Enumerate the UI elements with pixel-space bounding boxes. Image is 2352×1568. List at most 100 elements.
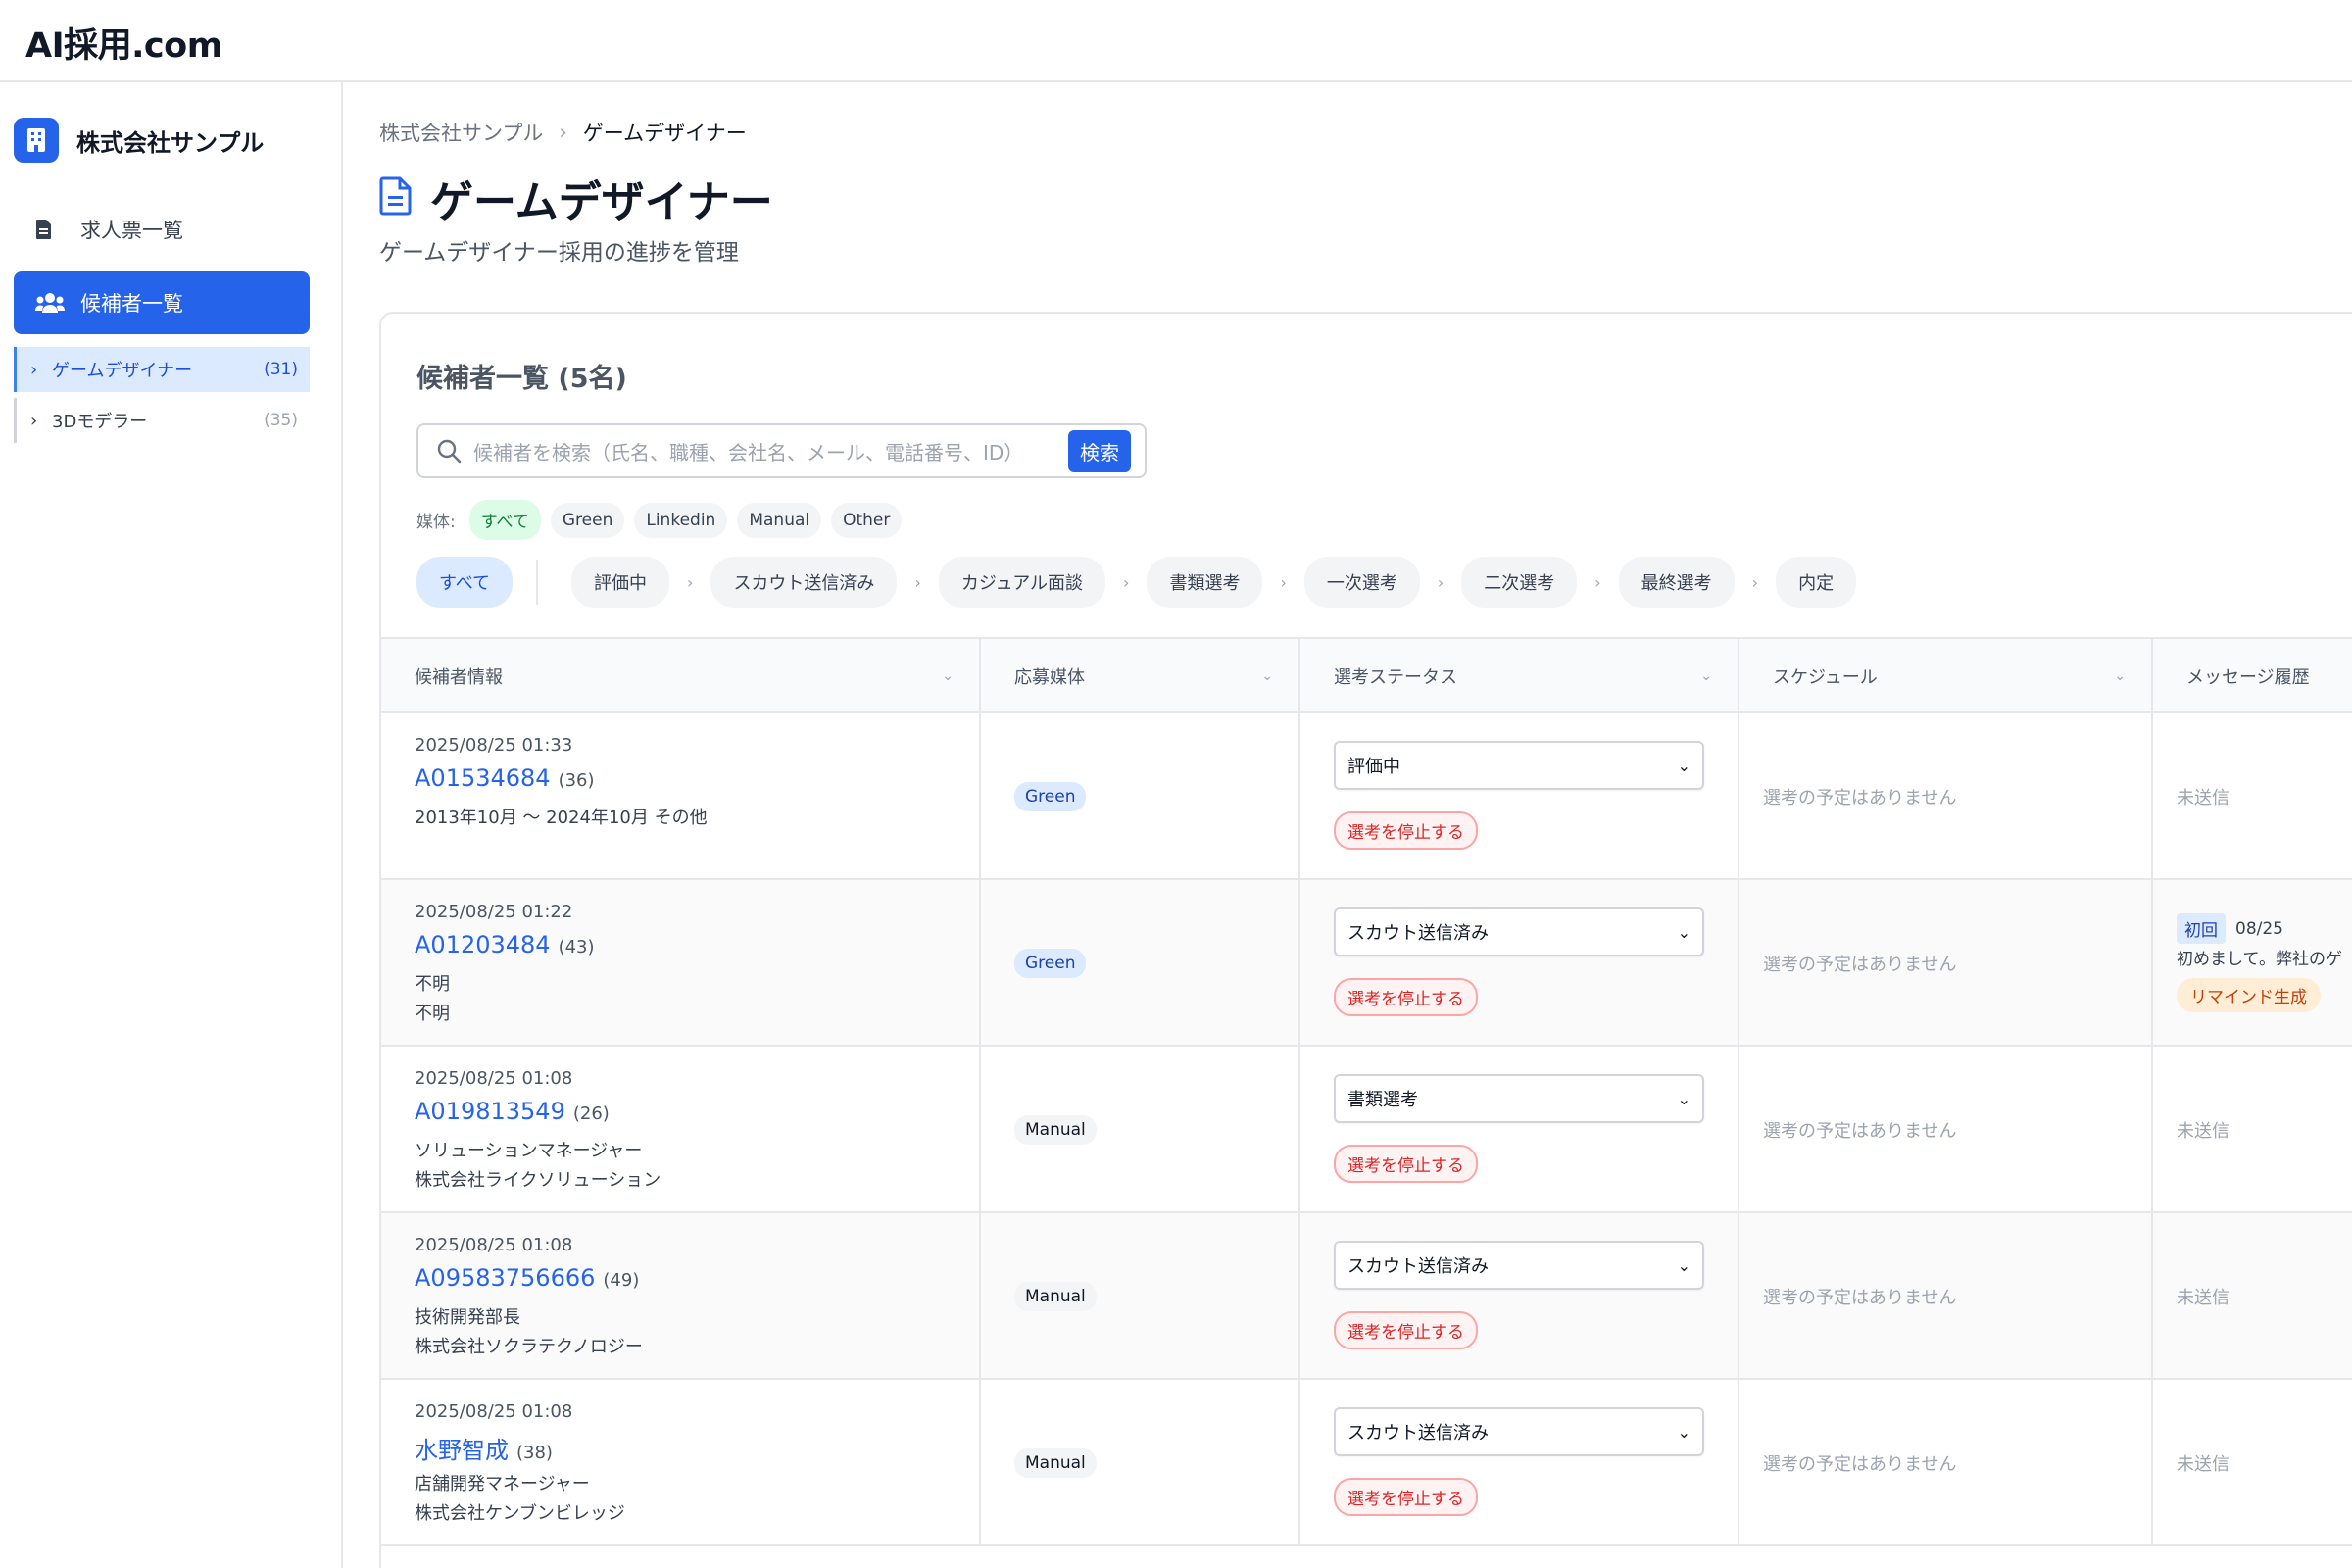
- sidebar-subitem-3d-modeler[interactable]: › 3Dモデラー (35): [14, 398, 310, 443]
- chevron-down-icon: ⌄: [942, 668, 954, 684]
- stop-selection-button[interactable]: 選考を停止する: [1334, 1311, 1478, 1349]
- sidebar-item-job-list[interactable]: 求人票一覧: [14, 198, 310, 261]
- candidate-list-card: 候補者一覧 (5名) 候補者を検索（氏名、職種、会社名、メール、電話番号、ID）…: [379, 312, 2352, 1568]
- media-chip-all[interactable]: すべて: [468, 500, 541, 540]
- status-pill[interactable]: 書類選考: [1147, 557, 1263, 608]
- candidate-id: A09583756666 (49): [415, 1264, 639, 1292]
- table-row: 2025/08/25 01:08 A019813549 (26) ソリューション…: [381, 1047, 2352, 1213]
- chevron-down-icon: ⌄: [1677, 1089, 1690, 1108]
- table-header: 候補者情報 ⌄ 応募媒体 ⌄ 選考ステータス ⌄ スケジュール ⌄ メッセージ履…: [381, 637, 2352, 713]
- building-icon: [14, 118, 59, 163]
- chevron-down-icon: ⌄: [1261, 668, 1273, 684]
- stop-selection-button[interactable]: 選考を停止する: [1334, 1145, 1478, 1183]
- column-label: メッセージ履歴: [2186, 667, 2310, 688]
- media-cell: Green: [981, 880, 1300, 1045]
- table-row: 2025/08/25 01:08 水野智成 (38) 店舗開発マネージャー 株式…: [381, 1380, 2352, 1546]
- column-header-status[interactable]: 選考ステータス ⌄: [1300, 639, 1740, 713]
- app-logo[interactable]: AI採用.com: [25, 18, 222, 68]
- chevron-down-icon: ⌄: [1700, 668, 1712, 684]
- company-header[interactable]: 株式会社サンプル: [14, 118, 264, 163]
- column-header-messages[interactable]: メッセージ履歴: [2153, 639, 2352, 713]
- status-pill-all[interactable]: すべて: [416, 557, 514, 608]
- stop-selection-button[interactable]: 選考を停止する: [1334, 1478, 1478, 1516]
- chevron-right-icon: ›: [687, 572, 694, 592]
- stop-selection-button[interactable]: 選考を停止する: [1334, 978, 1478, 1016]
- table-row: 2025/08/25 01:33 A01534684 (36) 2013年10月…: [381, 713, 2352, 880]
- column-label: スケジュール: [1773, 667, 1878, 688]
- sidebar-subitem-game-designer[interactable]: › ゲームデザイナー (31): [14, 347, 310, 392]
- media-badge: Manual: [1014, 1115, 1097, 1145]
- status-pill[interactable]: 二次選考: [1461, 557, 1578, 608]
- status-select[interactable]: スカウト送信済み ⌄: [1334, 1241, 1704, 1290]
- generate-reminder-button[interactable]: リマインド生成: [2177, 978, 2321, 1012]
- candidate-cell: 2025/08/25 01:08 水野智成 (38) 店舗開発マネージャー 株式…: [381, 1380, 981, 1544]
- subitem-label: ゲームデザイナー: [52, 361, 193, 381]
- candidate-link[interactable]: A01203484: [415, 931, 551, 958]
- status-cell: スカウト送信済み ⌄ 選考を停止する: [1300, 1380, 1740, 1544]
- sidebar: 株式会社サンプル 求人票一覧 候補者一覧 › ゲームデザイナー (31) › 3…: [0, 82, 343, 1568]
- candidate-detail: ソリューションマネージャー: [415, 1141, 643, 1161]
- status-select-value: 書類選考: [1348, 1090, 1418, 1110]
- schedule-cell: 選考の予定はありません: [1740, 1380, 2153, 1544]
- candidate-cell: 2025/08/25 01:33 A01534684 (36) 2013年10月…: [381, 713, 981, 878]
- candidate-link[interactable]: A01534684: [415, 764, 551, 792]
- status-pill[interactable]: 内定: [1776, 557, 1857, 608]
- candidate-age: (38): [516, 1443, 553, 1463]
- page-heading: ゲームデザイナー: [430, 177, 773, 227]
- breadcrumb-separator: ›: [559, 121, 567, 144]
- candidate-age: (43): [558, 937, 595, 957]
- status-pill[interactable]: カジュアル面談: [938, 557, 1106, 608]
- media-filter: 媒体: すべて Green Linkedin Manual Other: [416, 500, 911, 540]
- status-select[interactable]: 評価中 ⌄: [1334, 741, 1704, 790]
- breadcrumb-root[interactable]: 株式会社サンプル: [379, 118, 543, 147]
- schedule-empty: 選考の予定はありません: [1763, 788, 1957, 808]
- media-cell: Green: [981, 713, 1300, 878]
- candidate-detail: 技術開発部長: [415, 1307, 520, 1328]
- chevron-down-icon: ⌄: [1677, 1255, 1690, 1275]
- sidebar-item-candidates[interactable]: 候補者一覧: [14, 271, 310, 334]
- status-select-value: スカウト送信済み: [1348, 1423, 1489, 1444]
- media-chip-other[interactable]: Other: [831, 502, 903, 538]
- breadcrumb: 株式会社サンプル › ゲームデザイナー: [379, 118, 747, 147]
- status-pill[interactable]: スカウト送信済み: [710, 557, 898, 608]
- message-preview[interactable]: 初めまして。弊社のゲ: [2177, 945, 2342, 969]
- table-row: 2025/08/25 01:22 A01203484 (43) 不明 不明 Gr…: [381, 880, 2352, 1047]
- candidate-age: (49): [603, 1270, 640, 1291]
- status-pill[interactable]: 評価中: [571, 557, 670, 608]
- search-input[interactable]: 候補者を検索（氏名、職種、会社名、メール、電話番号、ID） 検索: [416, 423, 1147, 478]
- status-select[interactable]: 書類選考 ⌄: [1334, 1074, 1704, 1123]
- candidate-link[interactable]: 水野智成: [415, 1431, 509, 1465]
- media-chip-manual[interactable]: Manual: [737, 502, 822, 538]
- column-label: 応募媒体: [1014, 667, 1085, 688]
- message-status: 未送信: [2177, 1454, 2230, 1475]
- status-select[interactable]: スカウト送信済み ⌄: [1334, 1407, 1704, 1456]
- status-select[interactable]: スカウト送信済み ⌄: [1334, 907, 1704, 956]
- status-cell: スカウト送信済み ⌄ 選考を停止する: [1300, 880, 1740, 1045]
- media-chip-green[interactable]: Green: [550, 502, 625, 538]
- candidate-id: A019813549 (26): [415, 1098, 610, 1125]
- column-header-media[interactable]: 応募媒体 ⌄: [981, 639, 1300, 713]
- media-cell: Manual: [981, 1047, 1300, 1211]
- chevron-right-icon: ›: [1594, 572, 1601, 592]
- stop-selection-button[interactable]: 選考を停止する: [1334, 811, 1478, 850]
- column-header-candidate[interactable]: 候補者情報 ⌄: [381, 639, 981, 713]
- chevron-right-icon: ›: [1437, 572, 1445, 592]
- chevron-right-icon: ›: [914, 572, 921, 592]
- column-header-schedule[interactable]: スケジュール ⌄: [1740, 639, 2153, 713]
- media-chip-linkedin[interactable]: Linkedin: [634, 502, 728, 538]
- sidebar-item-label: 求人票一覧: [80, 219, 183, 242]
- candidate-cell: 2025/08/25 01:08 A019813549 (26) ソリューション…: [381, 1047, 981, 1211]
- chevron-down-icon: ⌄: [1677, 756, 1690, 775]
- status-pill[interactable]: 最終選考: [1618, 557, 1735, 608]
- chevron-right-icon: ›: [30, 410, 38, 431]
- candidate-link[interactable]: A019813549: [415, 1098, 565, 1125]
- candidate-link[interactable]: A09583756666: [415, 1264, 595, 1292]
- applied-date: 2025/08/25 01:33: [415, 735, 573, 756]
- applied-date: 2025/08/25 01:08: [415, 1235, 573, 1255]
- schedule-cell: 選考の予定はありません: [1740, 713, 2153, 878]
- status-pill[interactable]: 一次選考: [1303, 557, 1420, 608]
- subitem-count: (35): [264, 411, 298, 430]
- media-cell: Manual: [981, 1380, 1300, 1544]
- search-button[interactable]: 検索: [1068, 429, 1131, 472]
- candidate-detail: 株式会社ライクソリューション: [415, 1170, 662, 1191]
